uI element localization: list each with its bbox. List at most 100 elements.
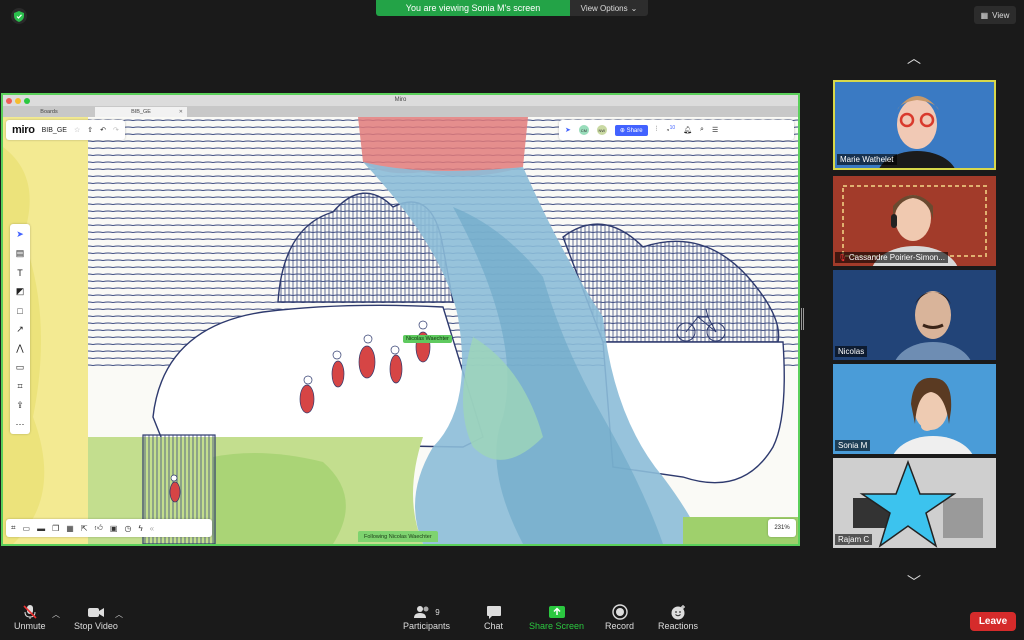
miro-bottom-toolbar: ⌗ ▭ ▬ ❐ ▦ ⇱ 👍︎ ▣ ◷ ϟ « bbox=[6, 519, 212, 537]
view-options-label: View Options bbox=[580, 3, 628, 13]
view-button-label: View bbox=[992, 10, 1010, 20]
sticky-note-icon[interactable]: ◩ bbox=[14, 286, 26, 297]
tab-bib-ge[interactable]: BIB_GE ✕ bbox=[95, 107, 187, 117]
record-label: Record bbox=[605, 621, 635, 631]
participant-tile[interactable]: Marie Wathelet bbox=[833, 80, 996, 170]
participants-label: Participants bbox=[403, 621, 451, 631]
following-banner: Following Nicolas Waechter bbox=[358, 531, 438, 542]
share-screen-button[interactable]: Share Screen bbox=[529, 603, 584, 631]
tab-label: Boards bbox=[40, 109, 58, 115]
participant-tile[interactable]: 🎙︎ Cassandre Poirier-Simon... bbox=[833, 176, 996, 266]
list-icon[interactable]: ☰ bbox=[712, 126, 718, 134]
participant-name: Nicolas bbox=[835, 346, 868, 357]
grid-view-icon: ▦ bbox=[980, 10, 989, 20]
close-tab-icon[interactable]: ✕ bbox=[179, 109, 183, 115]
notification-count: 10 bbox=[669, 125, 676, 132]
chat-icon[interactable]: ▬ bbox=[37, 524, 45, 533]
leave-button[interactable]: Leave bbox=[970, 612, 1016, 631]
reactions-button[interactable]: Reactions bbox=[658, 603, 698, 631]
share-button[interactable]: ⊕ Share bbox=[614, 124, 648, 136]
resize-handle[interactable] bbox=[801, 308, 804, 330]
settings-sliders-icon[interactable]: ⫶ bbox=[656, 126, 658, 134]
shared-screen[interactable]: Miro Boards BIB_GE ✕ miro BIB_GE ☆ ⇧ ↶ ↷… bbox=[1, 93, 800, 546]
shape-icon[interactable]: □ bbox=[14, 305, 26, 316]
window-title-bar: Miro bbox=[3, 95, 798, 106]
participant-tile[interactable]: Rajam C bbox=[833, 458, 996, 548]
scroll-up-icon[interactable]: ︿ bbox=[901, 50, 927, 66]
view-options-button[interactable]: View Options ⌄ bbox=[570, 0, 648, 16]
chat-button[interactable]: Chat bbox=[484, 603, 503, 631]
share-screen-icon bbox=[548, 603, 566, 621]
miro-tools-toolbar: ➤ ▤ T ◩ □ ↗ ⋀ ▭ ⌗ ⇪ ⋯ bbox=[10, 224, 30, 434]
zoom-level[interactable]: 231% bbox=[768, 519, 796, 537]
miro-collaboration-bar: ➤ CM NW ⊕ Share ⫶ ◔10 🔔︎ ⌕ ☰ bbox=[559, 120, 794, 140]
miro-board-canvas[interactable]: miro BIB_GE ☆ ⇧ ↶ ↷ ➤ CM NW ⊕ Share ⫶ ◔1… bbox=[3, 117, 798, 544]
chat-bubble-icon bbox=[486, 603, 502, 621]
reactions-cursor-icon[interactable]: ➤ bbox=[565, 126, 571, 134]
redo-icon[interactable]: ↷ bbox=[113, 126, 119, 134]
board-name[interactable]: BIB_GE bbox=[42, 127, 67, 134]
search-icon[interactable]: ⌕ bbox=[700, 126, 704, 134]
star-icon[interactable]: ☆ bbox=[74, 126, 80, 134]
frames-icon[interactable]: ⌗ bbox=[11, 523, 16, 533]
frame-icon[interactable]: ⌗ bbox=[14, 381, 26, 392]
unmute-label: Unmute bbox=[14, 621, 46, 631]
upload-icon[interactable]: ⇪ bbox=[14, 400, 26, 411]
miro-board-header: miro BIB_GE ☆ ⇧ ↶ ↷ bbox=[6, 120, 125, 140]
chat-label: Chat bbox=[484, 621, 504, 631]
board-drawing bbox=[3, 117, 798, 544]
avatar[interactable]: NW bbox=[596, 125, 607, 135]
record-button[interactable]: Record bbox=[605, 603, 634, 631]
participant-name: Rajam C bbox=[835, 534, 873, 545]
participant-name-text: Cassandre Poirier-Simon... bbox=[848, 253, 945, 262]
participant-name: 🎙︎ Cassandre Poirier-Simon... bbox=[835, 252, 948, 263]
chevron-down-icon: ⌄ bbox=[630, 3, 638, 13]
export-icon[interactable]: ⇧ bbox=[87, 126, 93, 134]
kanban-icon[interactable]: ▦ bbox=[66, 524, 74, 533]
smiley-icon bbox=[670, 603, 686, 621]
reactions-label: Reactions bbox=[658, 621, 699, 631]
view-button[interactable]: ▦ View bbox=[974, 6, 1016, 24]
frame-template-icon[interactable]: ▤ bbox=[14, 248, 26, 259]
text-icon[interactable]: T bbox=[14, 267, 26, 278]
viewing-screen-message: You are viewing Sonia M's screen bbox=[376, 0, 570, 16]
video-options-caret-icon[interactable]: ︿ bbox=[115, 609, 123, 620]
participant-tile[interactable]: Sonia M bbox=[833, 364, 996, 454]
select-icon[interactable]: ➤ bbox=[14, 229, 26, 240]
vote-icon[interactable]: 👍︎ bbox=[95, 523, 103, 533]
collapse-icon[interactable]: « bbox=[150, 524, 154, 533]
video-camera-icon bbox=[87, 603, 105, 621]
collaborator-cursor-label: Nicolas Waechter bbox=[403, 335, 452, 343]
stop-video-button[interactable]: Stop Video bbox=[74, 603, 118, 631]
share-screen-icon[interactable]: ⇱ bbox=[81, 524, 88, 533]
microphone-muted-icon bbox=[22, 603, 38, 621]
share-screen-label: Share Screen bbox=[529, 621, 585, 631]
comment-icon[interactable]: ▭ bbox=[14, 362, 26, 373]
pen-icon[interactable]: ⋀ bbox=[14, 343, 26, 354]
notifications-icon[interactable]: ◔10 bbox=[665, 125, 675, 134]
security-shield-icon[interactable] bbox=[11, 8, 27, 24]
timer-icon[interactable]: ◷ bbox=[124, 524, 131, 533]
audio-options-caret-icon[interactable]: ︿ bbox=[52, 609, 60, 620]
participant-tile[interactable]: Nicolas bbox=[833, 270, 996, 360]
video-icon[interactable]: ▣ bbox=[110, 524, 118, 533]
cards-icon[interactable]: ❐ bbox=[52, 524, 59, 533]
participants-icon: 9 bbox=[413, 603, 440, 621]
activity-icon[interactable]: ϟ bbox=[138, 524, 142, 533]
more-icon[interactable]: ⋯ bbox=[14, 419, 26, 430]
bell-icon[interactable]: 🔔︎ bbox=[683, 126, 692, 134]
record-icon bbox=[611, 603, 628, 621]
avatar[interactable]: CM bbox=[578, 125, 589, 135]
undo-icon[interactable]: ↶ bbox=[100, 126, 106, 134]
scroll-down-icon[interactable]: ﹀ bbox=[901, 574, 927, 590]
participants-button[interactable]: 9 Participants bbox=[403, 603, 450, 631]
comment-icon[interactable]: ▭ bbox=[23, 524, 31, 533]
tab-boards[interactable]: Boards bbox=[3, 107, 95, 117]
tab-label: BIB_GE bbox=[131, 109, 151, 115]
stop-video-label: Stop Video bbox=[74, 621, 118, 631]
participants-count: 9 bbox=[435, 607, 440, 617]
unmute-button[interactable]: Unmute bbox=[14, 603, 46, 631]
miro-logo[interactable]: miro bbox=[12, 124, 35, 136]
arrow-icon[interactable]: ↗ bbox=[14, 324, 26, 335]
browser-tabs: Boards BIB_GE ✕ bbox=[3, 106, 798, 117]
